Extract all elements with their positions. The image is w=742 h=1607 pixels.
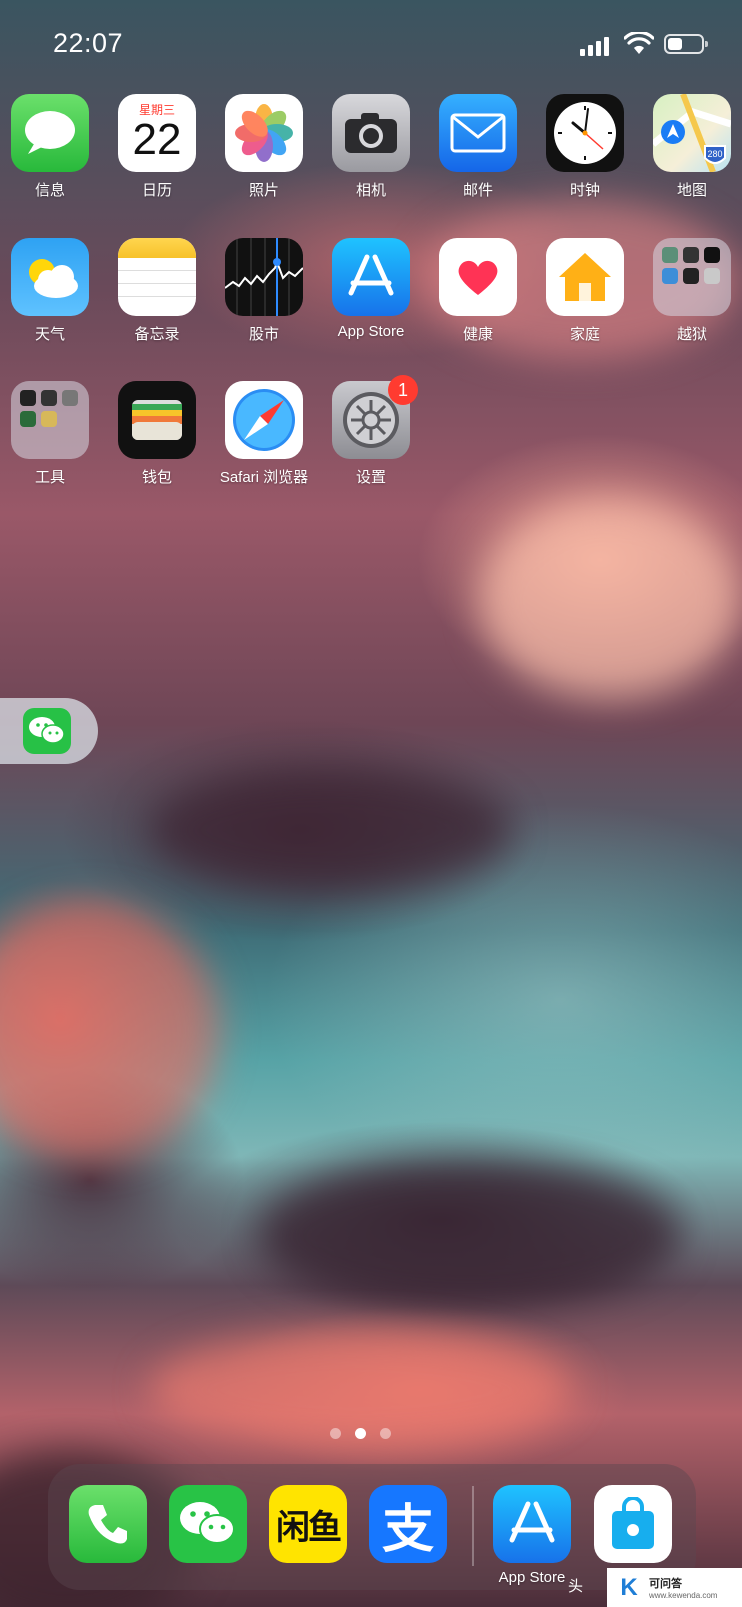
app-label: 时钟 bbox=[569, 182, 600, 199]
apple-store-bag-icon bbox=[594, 1485, 672, 1563]
settings-icon-wrap: 1 bbox=[332, 375, 418, 459]
xianyu-icon: 闲鱼 bbox=[269, 1485, 347, 1563]
dock-app-wechat[interactable] bbox=[156, 1485, 260, 1563]
app-label: 设置 bbox=[355, 469, 386, 486]
page-dot bbox=[380, 1428, 391, 1439]
floating-window-bubble[interactable] bbox=[0, 698, 98, 764]
dock-app-apple-store[interactable] bbox=[581, 1485, 685, 1563]
wechat-icon bbox=[169, 1485, 247, 1563]
page-dot-active bbox=[355, 1428, 366, 1439]
app-camera[interactable]: 相机 bbox=[319, 94, 423, 200]
alipay-icon: 支 bbox=[369, 1485, 447, 1563]
app-label: App Store bbox=[337, 323, 405, 340]
app-mail[interactable]: 邮件 bbox=[426, 94, 530, 200]
battery-icon bbox=[664, 34, 708, 54]
app-settings[interactable]: 1 设置 bbox=[319, 375, 423, 487]
dock-app-alipay[interactable]: 支 bbox=[356, 1485, 460, 1563]
messages-icon bbox=[11, 94, 89, 172]
dock-app-app-store[interactable]: App Store bbox=[480, 1485, 584, 1586]
notes-icon bbox=[118, 238, 196, 316]
watermark-url: www.kewenda.com bbox=[649, 1591, 718, 1600]
app-label: 备忘录 bbox=[134, 326, 180, 343]
wechat-icon bbox=[23, 708, 71, 754]
app-app-store[interactable]: App Store bbox=[319, 238, 423, 340]
mail-icon bbox=[439, 94, 517, 172]
health-heart-icon bbox=[439, 238, 517, 316]
app-label: 钱包 bbox=[141, 469, 172, 486]
app-maps[interactable]: 280 地图 bbox=[640, 94, 742, 200]
phone-icon bbox=[69, 1485, 147, 1563]
camera-icon bbox=[332, 94, 410, 172]
status-time: 22:07 bbox=[53, 28, 124, 58]
app-label: 信息 bbox=[34, 182, 65, 199]
app-folder-jailbreak[interactable]: 越狱 bbox=[640, 238, 742, 344]
app-label: 照片 bbox=[248, 182, 279, 199]
calendar-icon: 星期三 22 bbox=[118, 94, 196, 172]
calendar-day: 22 bbox=[132, 114, 182, 164]
app-stocks[interactable]: 股市 bbox=[212, 238, 316, 344]
app-label: 股市 bbox=[248, 326, 279, 343]
app-label: 相机 bbox=[355, 182, 386, 199]
watermark-title: 可问答 bbox=[649, 1578, 682, 1590]
dock-app-xianyu[interactable]: 闲鱼 bbox=[256, 1485, 360, 1563]
weather-icon bbox=[11, 238, 89, 316]
app-store-icon bbox=[332, 238, 410, 316]
app-notes[interactable]: 备忘录 bbox=[105, 238, 209, 344]
app-label: 邮件 bbox=[462, 182, 493, 199]
cellular-signal-icon bbox=[580, 37, 609, 56]
app-label: 天气 bbox=[34, 326, 65, 343]
app-weather[interactable]: 天气 bbox=[0, 238, 102, 344]
app-photos[interactable]: 照片 bbox=[212, 94, 316, 200]
xianyu-text: 闲鱼 bbox=[276, 1508, 342, 1547]
wallet-icon bbox=[118, 381, 196, 459]
maps-icon: 280 bbox=[653, 94, 731, 172]
app-label: 家庭 bbox=[569, 326, 600, 343]
status-bar: 22:07 bbox=[0, 0, 742, 90]
dock-label-fragment: 头 bbox=[568, 1578, 584, 1595]
map-shield-text: 280 bbox=[707, 149, 722, 159]
watermark-logo: K bbox=[620, 1573, 638, 1601]
app-wallet[interactable]: 钱包 bbox=[105, 381, 209, 487]
folder-icon bbox=[11, 381, 89, 459]
safari-compass-icon bbox=[225, 381, 303, 459]
app-label: Safari 浏览器 bbox=[219, 469, 309, 486]
app-label: 日历 bbox=[141, 182, 172, 199]
dock-app-label: App Store bbox=[498, 1569, 566, 1586]
app-messages[interactable]: 信息 bbox=[0, 94, 102, 200]
app-calendar[interactable]: 星期三 22 日历 bbox=[105, 94, 209, 200]
wifi-icon bbox=[624, 32, 654, 54]
dock-app-phone[interactable] bbox=[56, 1485, 160, 1563]
folder-icon bbox=[653, 238, 731, 316]
app-clock[interactable]: 时钟 bbox=[533, 94, 637, 200]
app-folder-tools[interactable]: 工具 bbox=[0, 381, 102, 487]
app-health[interactable]: 健康 bbox=[426, 238, 530, 344]
dock-separator bbox=[472, 1486, 474, 1566]
app-label: 地图 bbox=[676, 182, 707, 199]
app-home[interactable]: 家庭 bbox=[533, 238, 637, 344]
stocks-icon bbox=[225, 238, 303, 316]
page-indicator[interactable] bbox=[330, 1428, 391, 1439]
app-safari[interactable]: Safari 浏览器 bbox=[212, 381, 316, 487]
app-label: 工具 bbox=[34, 469, 65, 486]
home-icon bbox=[546, 238, 624, 316]
battery-level bbox=[668, 38, 682, 50]
watermark: K 可问答 www.kewenda.com bbox=[607, 1568, 742, 1607]
app-label: 越狱 bbox=[676, 326, 707, 343]
app-label: 健康 bbox=[462, 326, 493, 343]
app-store-icon bbox=[493, 1485, 571, 1563]
page-dot bbox=[330, 1428, 341, 1439]
notification-badge: 1 bbox=[388, 375, 418, 405]
photos-icon bbox=[225, 94, 303, 172]
clock-icon bbox=[546, 94, 624, 172]
alipay-text: 支 bbox=[381, 1500, 434, 1559]
